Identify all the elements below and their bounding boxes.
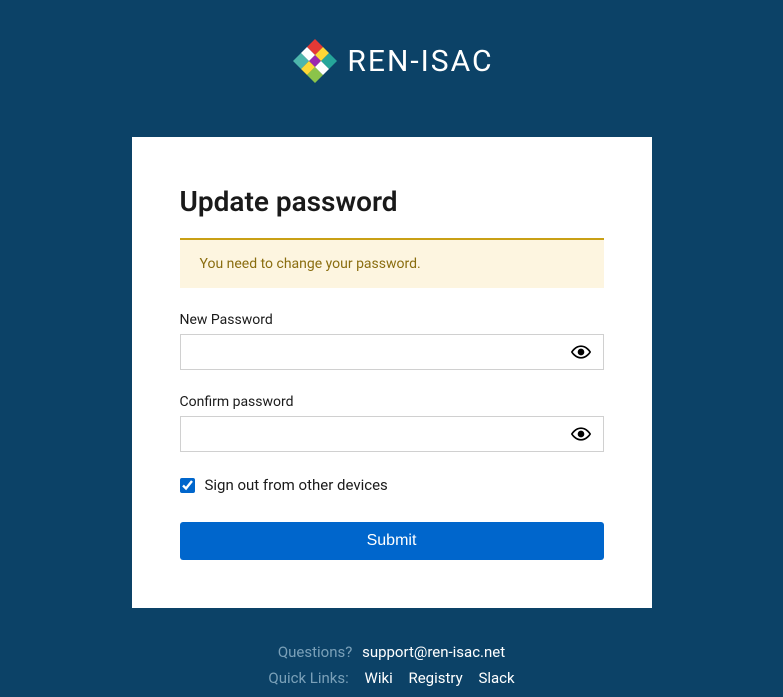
confirm-password-wrapper bbox=[180, 416, 604, 452]
signout-checkbox-label: Sign out from other devices bbox=[205, 476, 388, 494]
registry-link[interactable]: Registry bbox=[408, 669, 462, 687]
eye-icon bbox=[571, 424, 591, 444]
signout-checkbox[interactable] bbox=[180, 478, 195, 493]
confirm-password-group: Confirm password bbox=[180, 394, 604, 452]
new-password-group: New Password bbox=[180, 312, 604, 370]
card-title: Update password bbox=[180, 185, 604, 218]
wiki-link[interactable]: Wiki bbox=[365, 669, 393, 687]
questions-label: Questions? bbox=[278, 643, 353, 661]
new-password-label: New Password bbox=[180, 312, 604, 328]
confirm-password-input[interactable] bbox=[181, 417, 559, 451]
eye-icon bbox=[571, 342, 591, 362]
toggle-new-password-visibility-button[interactable] bbox=[559, 336, 603, 368]
logo: REN-ISAC bbox=[289, 35, 493, 87]
signout-checkbox-row: Sign out from other devices bbox=[180, 476, 604, 494]
support-email-link[interactable]: support@ren-isac.net bbox=[362, 643, 505, 661]
toggle-confirm-password-visibility-button[interactable] bbox=[559, 418, 603, 450]
new-password-input[interactable] bbox=[181, 335, 559, 369]
logo-text: REN-ISAC bbox=[347, 44, 493, 79]
submit-button[interactable]: Submit bbox=[180, 522, 604, 560]
confirm-password-label: Confirm password bbox=[180, 394, 604, 410]
footer-quicklinks-row: Quick Links: Wiki Registry Slack bbox=[268, 666, 514, 692]
logo-icon bbox=[289, 35, 341, 87]
quicklinks-label: Quick Links: bbox=[268, 669, 348, 687]
new-password-wrapper bbox=[180, 334, 604, 370]
password-change-alert: You need to change your password. bbox=[180, 238, 604, 288]
footer: Questions? support@ren-isac.net Quick Li… bbox=[268, 640, 514, 691]
update-password-card: Update password You need to change your … bbox=[132, 137, 652, 608]
footer-questions-row: Questions? support@ren-isac.net bbox=[268, 640, 514, 666]
slack-link[interactable]: Slack bbox=[478, 669, 514, 687]
